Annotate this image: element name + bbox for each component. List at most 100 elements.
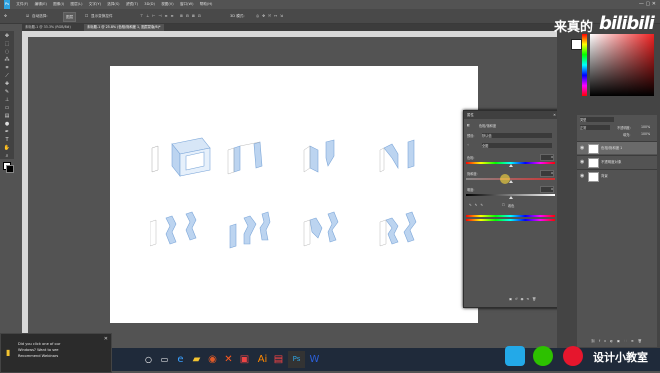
hue-slider-knob[interactable] bbox=[509, 164, 513, 167]
bilibili-tv-icon bbox=[505, 346, 525, 366]
layer-name: 不透明度对象 bbox=[601, 160, 622, 164]
close-icon[interactable]: ✕ bbox=[104, 336, 108, 342]
stamp-icon[interactable]: ⊥ bbox=[2, 96, 12, 104]
show-transform-checkbox[interactable]: ☐ bbox=[85, 12, 88, 20]
crop-icon[interactable]: ⌗ bbox=[2, 64, 12, 72]
menu-file[interactable]: 文件(F) bbox=[16, 0, 28, 9]
wechat-icon bbox=[533, 346, 553, 366]
menu-edit[interactable]: 编辑(E) bbox=[35, 0, 47, 9]
xmind-icon[interactable]: ✕ bbox=[220, 351, 237, 368]
wand-icon[interactable]: ⁂ bbox=[2, 56, 12, 64]
chrome-icon[interactable]: ◉ bbox=[204, 351, 221, 368]
properties-panel: 属性 ✕ ◧ 色相/饱和度 预设: 默认值 ☝ 全图 色相: 0 饱和度: 0 … bbox=[463, 110, 560, 308]
saturation-input[interactable]: 0 bbox=[540, 170, 554, 177]
distribute-icons[interactable]: ⊞⊟⊠⊡ bbox=[180, 12, 204, 20]
eye-icon[interactable]: ◉ bbox=[580, 156, 584, 168]
menu-layer[interactable]: 图层(L) bbox=[71, 0, 83, 9]
ps-logo[interactable]: Ps bbox=[4, 0, 10, 9]
doc-tab-2[interactable]: 未标题-1 @ 25.8% (色相/饱和度 1, 图层蒙版/8)* bbox=[84, 24, 164, 31]
eraser-icon[interactable]: ▭ bbox=[2, 104, 12, 112]
doc-tab-1[interactable]: 未标题-1 @ 33.3% (RGB/8#) bbox=[22, 24, 74, 31]
task-view-icon[interactable]: ▭ bbox=[156, 351, 173, 368]
document-tab-bar: 未标题-1 @ 33.3% (RGB/8#) 未标题-1 @ 25.8% (色相… bbox=[22, 24, 557, 31]
eye-icon[interactable]: ◉ bbox=[580, 142, 584, 154]
lightness-input[interactable]: 0 bbox=[540, 186, 554, 193]
channel-select[interactable]: 全图 bbox=[482, 143, 552, 148]
explorer-icon[interactable]: ▰ bbox=[188, 351, 205, 368]
colorize-checkbox[interactable]: ☐ bbox=[502, 203, 505, 207]
cursor-highlight bbox=[500, 174, 510, 184]
eye-icon[interactable]: ◉ bbox=[580, 170, 584, 182]
app-icon[interactable]: ▣ bbox=[236, 351, 253, 368]
type-icon[interactable]: T bbox=[2, 136, 12, 144]
layer-row-hue-sat[interactable]: ◉ 色相/饱和度 1 bbox=[577, 141, 657, 154]
search-icon[interactable]: ○ bbox=[140, 351, 157, 368]
close-icon[interactable]: ✕ bbox=[553, 111, 556, 119]
hue-input[interactable]: 0 bbox=[540, 154, 554, 161]
hand-icon[interactable]: ✋ bbox=[2, 144, 12, 152]
menu-help[interactable]: 帮助(H) bbox=[200, 0, 213, 9]
mode-3d-icons[interactable]: ◎✥⤧↔⇲ bbox=[256, 12, 286, 20]
photoshop-task-icon[interactable]: Ps bbox=[288, 351, 305, 368]
heal-icon[interactable]: ✚ bbox=[2, 80, 12, 88]
zoom-icon[interactable]: ⌕ bbox=[2, 152, 12, 160]
eyedropper-icon[interactable]: ⟋ bbox=[2, 72, 12, 80]
menu-view[interactable]: 视图(V) bbox=[161, 0, 173, 9]
notification-toast[interactable]: ▮ Did you click one of our Windows? Want… bbox=[0, 333, 112, 373]
brush-icon[interactable]: ✎ bbox=[2, 88, 12, 96]
properties-title-bar[interactable]: 属性 ✕ bbox=[464, 111, 559, 119]
twist-pair-1 bbox=[150, 211, 197, 247]
tools-panel: ✥ ⬚ ◌ ⁂ ⌗ ⟋ ✚ ✎ ⊥ ▭ ▤ ● ✒ T ✋ ⌕ bbox=[0, 31, 14, 173]
notification-line-1: Did you click one of our bbox=[18, 342, 61, 346]
layer-row-smart-object[interactable]: ◉ 不透明度对象 bbox=[577, 155, 657, 168]
menu-filter[interactable]: 滤镜(T) bbox=[126, 0, 138, 9]
menu-select[interactable]: 选择(S) bbox=[107, 0, 119, 9]
hand-adjust-icon[interactable]: ☝ bbox=[467, 143, 469, 147]
lightness-label: 明度: bbox=[467, 188, 475, 192]
word-icon[interactable]: W bbox=[306, 351, 323, 368]
opacity-value[interactable]: 100% bbox=[641, 125, 650, 129]
layer-filter-search[interactable]: 类型 bbox=[580, 117, 614, 122]
layer-row-background[interactable]: ◉ 背景 bbox=[577, 169, 657, 182]
blend-mode-select[interactable]: 正常 bbox=[580, 125, 610, 130]
menu-window[interactable]: 窗口(W) bbox=[180, 0, 194, 9]
lasso-icon[interactable]: ◌ bbox=[2, 48, 12, 56]
brand-prefix: 来真的 bbox=[554, 20, 594, 35]
illustrator-icon[interactable]: Ai bbox=[254, 351, 271, 368]
menu-bar: Ps 文件(F) 编辑(E) 图像(I) 图层(L) 文字(Y) 选择(S) 滤… bbox=[0, 0, 660, 9]
color-hue-strip[interactable] bbox=[582, 34, 587, 96]
menu-type[interactable]: 文字(Y) bbox=[89, 0, 101, 9]
move-icon[interactable]: ✥ bbox=[2, 32, 12, 40]
color-picker-field[interactable] bbox=[590, 34, 654, 96]
pdf-icon[interactable]: ▤ bbox=[270, 351, 287, 368]
layer-name: 色相/饱和度 1 bbox=[601, 146, 623, 150]
notification-icon: ▮ bbox=[6, 348, 11, 357]
twist-pair-4 bbox=[379, 211, 417, 247]
layer-mode-select[interactable]: 图层 bbox=[63, 12, 77, 22]
background-color-swatch[interactable] bbox=[6, 165, 14, 173]
auto-select-label: 自动选择: bbox=[32, 14, 48, 18]
preset-select[interactable]: 默认值 bbox=[482, 133, 552, 138]
auto-select-checkbox[interactable]: ☑ bbox=[26, 12, 29, 20]
adjustment-thumb bbox=[588, 144, 599, 154]
move-tool-icon[interactable]: ✥ bbox=[4, 12, 7, 20]
square-frame-shape bbox=[151, 137, 211, 177]
dodge-icon[interactable]: ● bbox=[2, 120, 12, 128]
bilibili-brand: 来真的 bilibili bbox=[552, 13, 660, 35]
window-controls[interactable]: — ▢ ✕ bbox=[639, 0, 656, 9]
pen-icon[interactable]: ✒ bbox=[2, 128, 12, 136]
bar-pair-2 bbox=[303, 139, 335, 173]
document-canvas[interactable] bbox=[110, 66, 478, 323]
color-panel-foreground-swatch[interactable] bbox=[571, 39, 582, 50]
lightness-slider-knob[interactable] bbox=[509, 196, 513, 199]
panel-footer-icons[interactable]: ▣↺◉⟲🗑 bbox=[509, 297, 539, 301]
marquee-icon[interactable]: ⬚ bbox=[2, 40, 12, 48]
align-icons[interactable]: ⊤⊥⊢⊣≡≡ bbox=[140, 12, 177, 20]
gradient-icon[interactable]: ▤ bbox=[2, 112, 12, 120]
menu-3d[interactable]: 3D(D) bbox=[144, 0, 155, 9]
eyedropper-icons[interactable]: ✎✎✎ bbox=[469, 203, 486, 207]
menu-image[interactable]: 图像(I) bbox=[53, 0, 64, 9]
edge-icon[interactable]: e bbox=[172, 351, 189, 368]
adjustment-icon: ◧ bbox=[467, 123, 471, 127]
fill-value[interactable]: 100% bbox=[641, 132, 650, 136]
